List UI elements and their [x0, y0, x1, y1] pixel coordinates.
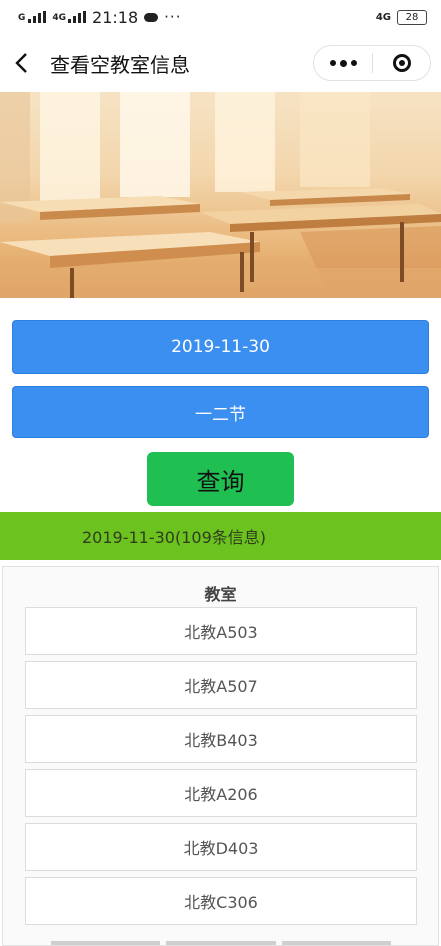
- classroom-banner-image: [0, 92, 441, 298]
- result-summary-text: 2019-11-30(109条信息): [82, 528, 267, 547]
- status-more: ···: [164, 8, 182, 26]
- query-button[interactable]: 查询: [147, 452, 294, 506]
- close-target-icon[interactable]: [373, 54, 430, 72]
- list-item[interactable]: 北教A507: [25, 661, 417, 709]
- next-row-edge: [51, 941, 391, 945]
- status-bar: G 4G 21:18 ··· 4G 28: [0, 0, 441, 34]
- signal-4g-icon: 4G: [52, 11, 87, 23]
- list-item[interactable]: 北教C306: [25, 877, 417, 925]
- weather-icon: [144, 12, 159, 22]
- result-summary-bar: 2019-11-30(109条信息): [0, 512, 441, 560]
- list-item[interactable]: 北教A503: [25, 607, 417, 655]
- page-title: 查看空教室信息: [50, 52, 190, 77]
- navigation-bar: 查看空教室信息: [0, 34, 441, 92]
- date-picker-button[interactable]: 2019-11-30: [12, 320, 429, 374]
- classroom-list: 北教A503 北教A507 北教B403 北教A206 北教D403 北教C30…: [25, 607, 417, 931]
- back-chevron-icon[interactable]: [14, 51, 38, 75]
- mini-program-capsule: [313, 45, 431, 81]
- more-dots-icon[interactable]: [314, 59, 372, 67]
- list-item[interactable]: 北教D403: [25, 823, 417, 871]
- network-4g-label: 4G: [375, 11, 391, 23]
- period-picker-button[interactable]: 一二节: [12, 386, 429, 438]
- list-item[interactable]: 北教B403: [25, 715, 417, 763]
- signal-icon: G: [18, 11, 47, 23]
- classroom-results-panel: 教室 北教A503 北教A507 北教B403 北教A206 北教D403 北教…: [2, 566, 439, 946]
- battery-icon: 28: [397, 9, 427, 25]
- status-time: 21:18: [92, 7, 139, 27]
- list-item[interactable]: 北教A206: [25, 769, 417, 817]
- column-header-classroom: 教室: [204, 585, 237, 604]
